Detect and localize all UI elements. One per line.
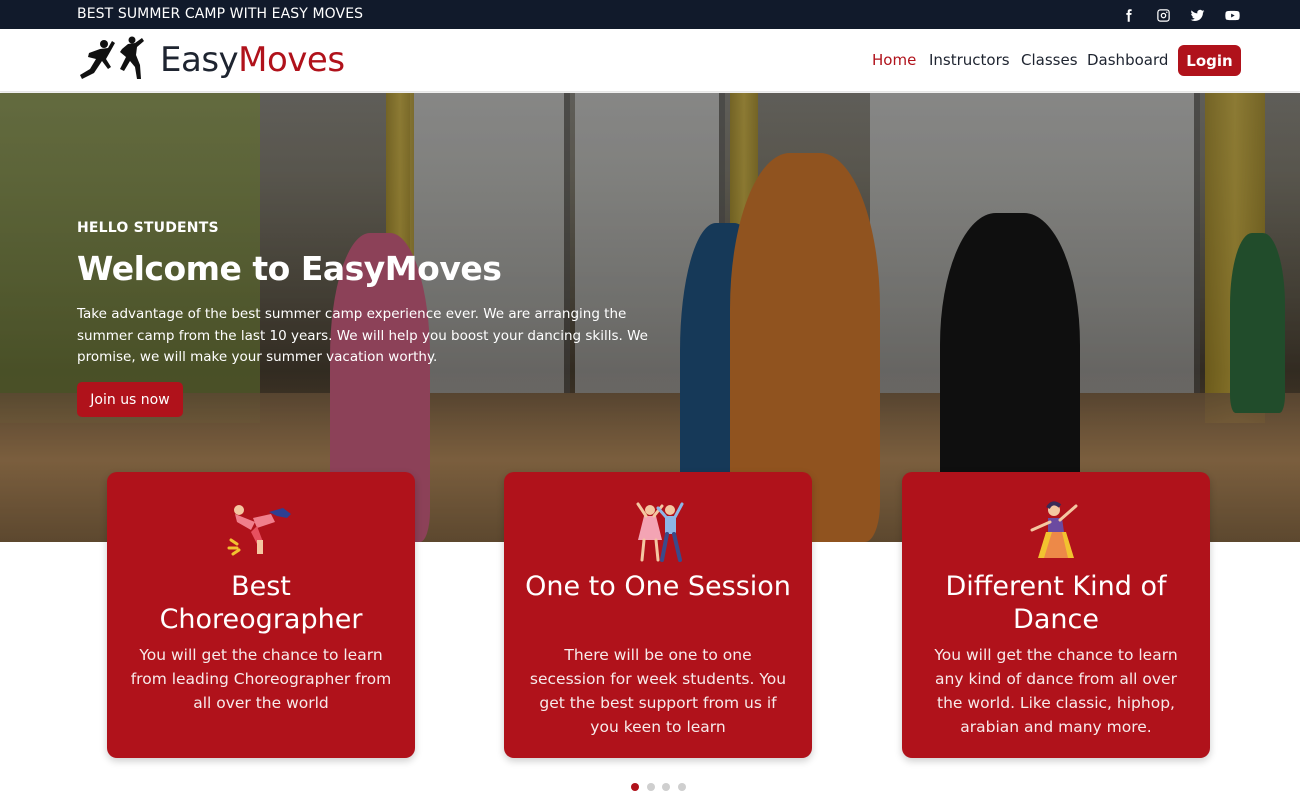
carousel-dot[interactable]: [662, 783, 670, 791]
youtube-icon[interactable]: [1223, 6, 1241, 24]
nav-home[interactable]: Home: [872, 51, 916, 69]
brand-part-moves: Moves: [238, 40, 345, 80]
hero-description: Take advantage of the best summer camp e…: [77, 306, 648, 365]
breakdancer-icon: [227, 505, 291, 556]
brand-logo[interactable]: EasyMoves: [160, 40, 345, 80]
card-text: You will get the chance to learn from le…: [130, 646, 392, 712]
facebook-icon[interactable]: [1119, 6, 1137, 24]
login-button[interactable]: Login: [1178, 45, 1241, 76]
card-title: One to One Session: [525, 571, 791, 602]
instagram-icon[interactable]: [1154, 6, 1172, 24]
card-text: You will get the chance to learn any kin…: [934, 646, 1178, 736]
tagline: BEST SUMMER CAMP WITH EASY MOVES: [77, 6, 364, 22]
feature-card[interactable]: One to One Session There will be one to …: [504, 472, 812, 758]
nav-instructors[interactable]: Instructors: [929, 51, 1010, 69]
twitter-icon[interactable]: [1188, 6, 1206, 24]
classic-dancer-icon: [1030, 501, 1078, 558]
feature-card[interactable]: Different Kind of Dance You will get the…: [902, 472, 1210, 758]
carousel-dot[interactable]: [678, 783, 686, 791]
carousel-dot[interactable]: [647, 783, 655, 791]
join-us-button[interactable]: Join us now: [77, 382, 183, 417]
feature-card[interactable]: Best Choreographer You will get the chan…: [107, 472, 415, 758]
hero-title: Welcome to EasyMoves: [77, 249, 502, 288]
card-title: Different Kind of Dance: [945, 571, 1167, 635]
hero-kicker: HELLO STUDENTS: [77, 220, 219, 236]
nav-classes[interactable]: Classes: [1021, 51, 1078, 69]
card-text: There will be one to one secession for w…: [529, 646, 787, 736]
top-bar: BEST SUMMER CAMP WITH EASY MOVES: [0, 0, 1300, 29]
card-title: Best Choreographer: [159, 571, 363, 635]
main-header: EasyMoves Home Instructors Classes Dashb…: [0, 29, 1300, 92]
dancing-couple-icon: [636, 502, 684, 562]
brand-part-easy: Easy: [160, 40, 239, 80]
dancers-logo-icon[interactable]: [78, 35, 146, 87]
nav-dashboard[interactable]: Dashboard: [1087, 51, 1168, 69]
carousel-dot[interactable]: [631, 783, 639, 791]
